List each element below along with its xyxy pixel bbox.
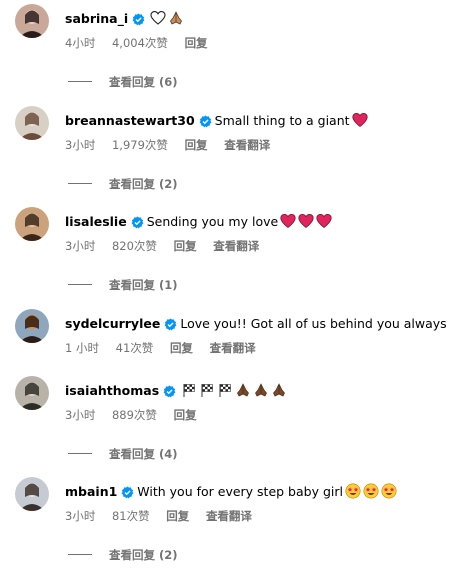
view-replies-label: 查看回复 (4) <box>109 447 178 461</box>
view-replies-label: 查看回复 (6) <box>109 75 178 89</box>
red-heart-icon <box>280 213 296 235</box>
checkered-flag-icon <box>217 382 233 404</box>
comment-time: 4小时 <box>65 36 96 50</box>
comment-meta: 3小时 820次赞 回复 查看翻译 <box>65 237 272 255</box>
like-count[interactable]: 1,979次赞 <box>112 138 168 152</box>
see-translation-button[interactable]: 查看翻译 <box>210 341 256 355</box>
see-translation-button[interactable]: 查看翻译 <box>213 239 259 253</box>
username-link[interactable]: breannastewart30 <box>65 113 195 128</box>
avatar[interactable] <box>15 376 49 410</box>
comment-line: mbain1 With you for every step baby girl <box>65 482 442 502</box>
username-link[interactable]: mbain1 <box>65 484 117 499</box>
comment-text: Small thing to a giant <box>214 113 350 128</box>
reply-divider <box>68 81 92 82</box>
comment-text: Love you!! Got all of us behind you alwa… <box>180 316 447 331</box>
star-struck-icon <box>345 483 361 505</box>
reply-divider <box>68 284 92 285</box>
comment-meta: 4小时 4,004次赞 回复 <box>65 34 221 52</box>
comment-meta: 3小时 889次赞 回复 <box>65 406 210 424</box>
avatar[interactable] <box>15 477 49 511</box>
verified-badge-icon <box>199 114 212 134</box>
comment-time: 1 小时 <box>65 341 99 355</box>
reply-button[interactable]: 回复 <box>185 138 208 152</box>
folded-hands-dark-icon <box>271 382 287 404</box>
username-link[interactable]: isaiahthomas <box>65 383 159 398</box>
comment-line: breannastewart30 Small thing to a giant <box>65 111 442 131</box>
username-link[interactable]: lisaleslie <box>65 214 127 229</box>
avatar[interactable] <box>15 106 49 140</box>
comment-item: breannastewart30 Small thing to a giant 3… <box>0 106 450 198</box>
comment-line: sydelcurrylee Love you!! Got all of us be… <box>65 314 447 337</box>
red-heart-icon <box>351 112 368 134</box>
star-struck-icon <box>381 483 397 505</box>
comment-item: isaiahthomas 3小时 889次赞 回复 查看回复 (4) <box>0 376 450 468</box>
username-link[interactable]: sabrina_i <box>65 11 128 26</box>
comment-meta: 3小时 1,979次赞 回复 查看翻译 <box>65 136 283 154</box>
reply-button[interactable]: 回复 <box>166 509 189 523</box>
view-replies-label: 查看回复 (2) <box>109 177 178 191</box>
reply-divider <box>68 453 92 454</box>
view-replies-button[interactable]: 查看回复 (4) <box>68 446 178 462</box>
see-translation-button[interactable]: 查看翻译 <box>224 138 270 152</box>
comment-time: 3小时 <box>65 239 96 253</box>
comment-line: isaiahthomas <box>65 381 442 401</box>
see-translation-button[interactable]: 查看翻译 <box>206 509 252 523</box>
reply-button[interactable]: 回复 <box>174 408 197 422</box>
verified-badge-icon <box>121 485 134 505</box>
comment-time: 3小时 <box>65 509 96 523</box>
white-heart-icon <box>150 10 166 32</box>
view-replies-label: 查看回复 (2) <box>109 548 178 562</box>
folded-hands-dark-icon <box>253 382 269 404</box>
reply-divider <box>68 183 92 184</box>
checkered-flag-icon <box>199 382 215 404</box>
view-replies-button[interactable]: 查看回复 (2) <box>68 176 178 192</box>
red-heart-icon <box>316 213 332 235</box>
like-count[interactable]: 820次赞 <box>112 239 157 253</box>
avatar[interactable] <box>15 207 49 241</box>
comment-time: 3小时 <box>65 138 96 152</box>
comment-time: 3小时 <box>65 408 96 422</box>
verified-badge-icon <box>132 12 145 32</box>
comment-meta: 1 小时 41次赞 回复 查看翻译 <box>65 339 269 357</box>
star-struck-icon <box>363 483 379 505</box>
comment-item: mbain1 With you for every step baby girl … <box>0 477 450 569</box>
comment-line: sabrina_i <box>65 9 442 29</box>
like-count[interactable]: 81次赞 <box>112 509 150 523</box>
folded-hands-icon <box>168 10 184 32</box>
like-count[interactable]: 4,004次赞 <box>112 36 168 50</box>
comment-item: sabrina_i 4小时 4,004次赞 回复 查看回复 (6) <box>0 4 450 96</box>
reply-button[interactable]: 回复 <box>170 341 193 355</box>
verified-badge-icon <box>163 384 176 404</box>
reply-button[interactable]: 回复 <box>174 239 197 253</box>
comment-line: lisaleslie Sending you my love <box>65 212 442 232</box>
comment-item: lisaleslie Sending you my love 3小时 820次赞 … <box>0 207 450 299</box>
view-replies-button[interactable]: 查看回复 (2) <box>68 547 178 563</box>
view-replies-button[interactable]: 查看回复 (6) <box>68 74 178 90</box>
comment-text: Sending you my love <box>146 214 279 229</box>
checkered-flag-icon <box>181 382 197 404</box>
verified-badge-icon <box>131 215 144 235</box>
verified-badge-icon <box>164 317 177 337</box>
avatar[interactable] <box>15 309 49 343</box>
username-link[interactable]: sydelcurrylee <box>65 316 160 331</box>
like-count[interactable]: 889次赞 <box>112 408 157 422</box>
folded-hands-dark-icon <box>235 382 251 404</box>
reply-button[interactable]: 回复 <box>185 36 208 50</box>
view-replies-button[interactable]: 查看回复 (1) <box>68 277 178 293</box>
reply-divider <box>68 554 92 555</box>
avatar[interactable] <box>15 4 49 38</box>
red-heart-icon <box>298 213 314 235</box>
view-replies-label: 查看回复 (1) <box>109 278 178 292</box>
like-count[interactable]: 41次赞 <box>116 341 154 355</box>
comment-text: With you for every step baby girl <box>137 484 343 499</box>
comment-meta: 3小时 81次赞 回复 查看翻译 <box>65 507 265 525</box>
